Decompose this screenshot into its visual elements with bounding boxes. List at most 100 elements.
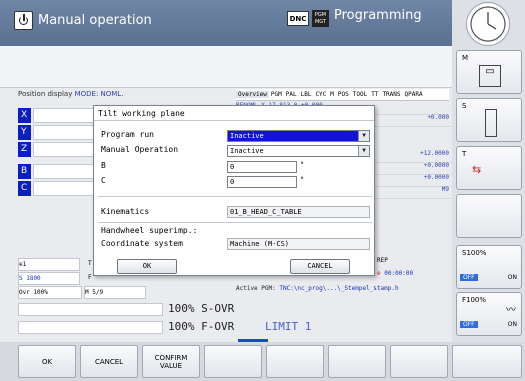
active-program: Active PGM: TNC:\nc_prog\...\_Stempel_st… xyxy=(236,285,399,292)
cancel-button[interactable]: CANCEL xyxy=(290,259,350,274)
program-run-label: Program run xyxy=(101,130,154,139)
program-run-value: Inactive xyxy=(230,132,264,140)
chevron-down-icon[interactable]: ▼ xyxy=(358,146,369,156)
b-angle-input[interactable]: 0 xyxy=(227,161,297,173)
s-ovr-bar xyxy=(18,303,163,316)
spindle-row: ⊕1 xyxy=(18,258,80,271)
on-label: ON xyxy=(507,274,517,281)
active-pgm-path: TNC:\nc_prog\...\_Stempel_stamp.h xyxy=(279,285,399,292)
tab-tool[interactable]: TOOL xyxy=(351,91,369,98)
s-function-softkey[interactable]: S xyxy=(456,98,522,142)
dnc-icon: DNC xyxy=(287,11,309,26)
f-ovr-label: 100% F-OVR xyxy=(168,320,235,333)
manual-operation-label: Manual Operation xyxy=(101,145,179,154)
softkey-label: M xyxy=(462,54,469,62)
coordinate-system-value: Machine (M-CS) xyxy=(227,238,370,250)
on-label: ON xyxy=(507,321,517,328)
status-tabs: Overview PGM PAL LBL CYC M POS TOOL TT T… xyxy=(236,89,449,101)
empty-softkey[interactable] xyxy=(328,345,386,378)
program-run-select[interactable]: Inactive ▼ xyxy=(227,130,370,142)
pgm-mgt-icon: PGM MGT xyxy=(312,10,329,27)
b-label: B xyxy=(101,161,106,170)
tool-change-icon: ⇆ xyxy=(472,163,482,176)
coordinate-system-label: Coordinate system xyxy=(101,239,183,248)
rep-label: REP xyxy=(377,257,388,264)
confirm-value-softkey[interactable]: CONFIRM VALUE xyxy=(142,345,200,378)
c-label: C xyxy=(101,176,106,185)
m-function-softkey[interactable]: M ▭ xyxy=(456,50,522,94)
axis-name: Z xyxy=(18,142,31,157)
s-ovr-label: 100% S-OVR xyxy=(168,302,235,315)
position-display-header: Position display MODE: NOML. xyxy=(18,90,123,98)
axis-name: X xyxy=(18,108,31,123)
tab-pos[interactable]: POS xyxy=(336,91,351,98)
position-mode: MODE: NOML. xyxy=(74,90,124,98)
feed-override-softkey[interactable]: F100% 〰 OFF ON xyxy=(456,292,522,336)
tab-trans[interactable]: TRANS xyxy=(380,91,402,98)
tab-lbl[interactable]: LBL xyxy=(299,91,314,98)
timer: ⊕ 00:00:00 xyxy=(377,270,413,277)
message-area xyxy=(0,46,452,88)
tab-tt[interactable]: TT xyxy=(369,91,380,98)
tab-pal[interactable]: PAL xyxy=(284,91,299,98)
kinematics-value: 01_B_HEAD_C_TABLE xyxy=(227,206,370,218)
degree-unit: ° xyxy=(300,161,305,169)
empty-softkey[interactable] xyxy=(452,345,522,378)
spindle-override-softkey[interactable]: S100% OFF ON xyxy=(456,245,522,289)
clock-icon: ⊕ xyxy=(377,270,381,277)
ok-softkey[interactable]: OK xyxy=(18,345,76,378)
off-badge: OFF xyxy=(460,274,478,281)
tab-overview[interactable]: Overview xyxy=(236,91,269,98)
clock-face xyxy=(470,6,506,42)
ovr-value: Ovr 100% xyxy=(18,286,82,299)
machine-mode-label: Manual operation xyxy=(38,12,152,28)
spindle-speed: S 1800 xyxy=(18,272,80,285)
empty-softkey[interactable] xyxy=(204,345,262,378)
handwheel-label: Handwheel superimp.: xyxy=(101,226,198,235)
tab-cyc[interactable]: CYC xyxy=(313,91,328,98)
monitor-icon: ▭ xyxy=(479,65,501,87)
axis-name: C xyxy=(18,181,31,196)
operating-mode-machine[interactable]: Manual operation xyxy=(14,9,152,31)
separator xyxy=(98,196,372,197)
tilt-working-plane-dialog: Tilt working plane Program run Inactive … xyxy=(93,105,375,276)
softkey-label: S xyxy=(462,102,467,110)
position-display-label: Position display xyxy=(18,90,73,98)
off-badge: OFF xyxy=(460,321,478,328)
operating-mode-programming[interactable]: Programming xyxy=(334,8,422,23)
t-function-softkey[interactable]: T ⇆ xyxy=(456,146,522,190)
tab-qpara[interactable]: QPARA xyxy=(403,91,425,98)
softkey-label: T xyxy=(462,150,467,158)
softkey-label: F100% xyxy=(462,296,487,304)
f-ovr-bar xyxy=(18,321,163,334)
power-icon xyxy=(14,10,33,30)
empty-softkey[interactable] xyxy=(266,345,324,378)
ok-button[interactable]: OK xyxy=(117,259,177,274)
timer-value: 00:00:00 xyxy=(384,270,414,277)
tab-pgm[interactable]: PGM xyxy=(269,91,284,98)
right-softkey-column: M ▭ S T ⇆ S100% OFF ON F100% 〰 OFF ON xyxy=(452,0,525,342)
separator xyxy=(98,222,372,223)
clock-icon xyxy=(466,2,510,46)
feed-icon: 〰 xyxy=(506,305,516,316)
active-pgm-label: Active PGM: xyxy=(236,285,276,292)
softkey-page-indicator xyxy=(238,339,268,342)
m-value: M 5/9 xyxy=(84,286,146,299)
manual-operation-value: Inactive xyxy=(230,147,264,155)
empty-softkey[interactable] xyxy=(456,194,522,238)
manual-operation-select[interactable]: Inactive ▼ xyxy=(227,145,370,157)
dialog-title: Tilt working plane xyxy=(94,106,374,121)
softkey-label: S100% xyxy=(462,249,487,257)
tab-m[interactable]: M xyxy=(328,91,336,98)
axis-name: B xyxy=(18,164,31,179)
limit-label: LIMIT 1 xyxy=(265,320,312,333)
kinematics-label: Kinematics xyxy=(101,207,150,216)
chevron-down-icon[interactable]: ▼ xyxy=(358,131,369,141)
cancel-softkey[interactable]: CANCEL xyxy=(80,345,138,378)
degree-unit: ° xyxy=(300,176,305,184)
spindle-icon xyxy=(485,109,497,137)
empty-softkey[interactable] xyxy=(390,345,448,378)
c-angle-input[interactable]: 0 xyxy=(227,176,297,188)
axis-name: Y xyxy=(18,125,31,140)
spindle-index: 1 xyxy=(22,261,27,268)
